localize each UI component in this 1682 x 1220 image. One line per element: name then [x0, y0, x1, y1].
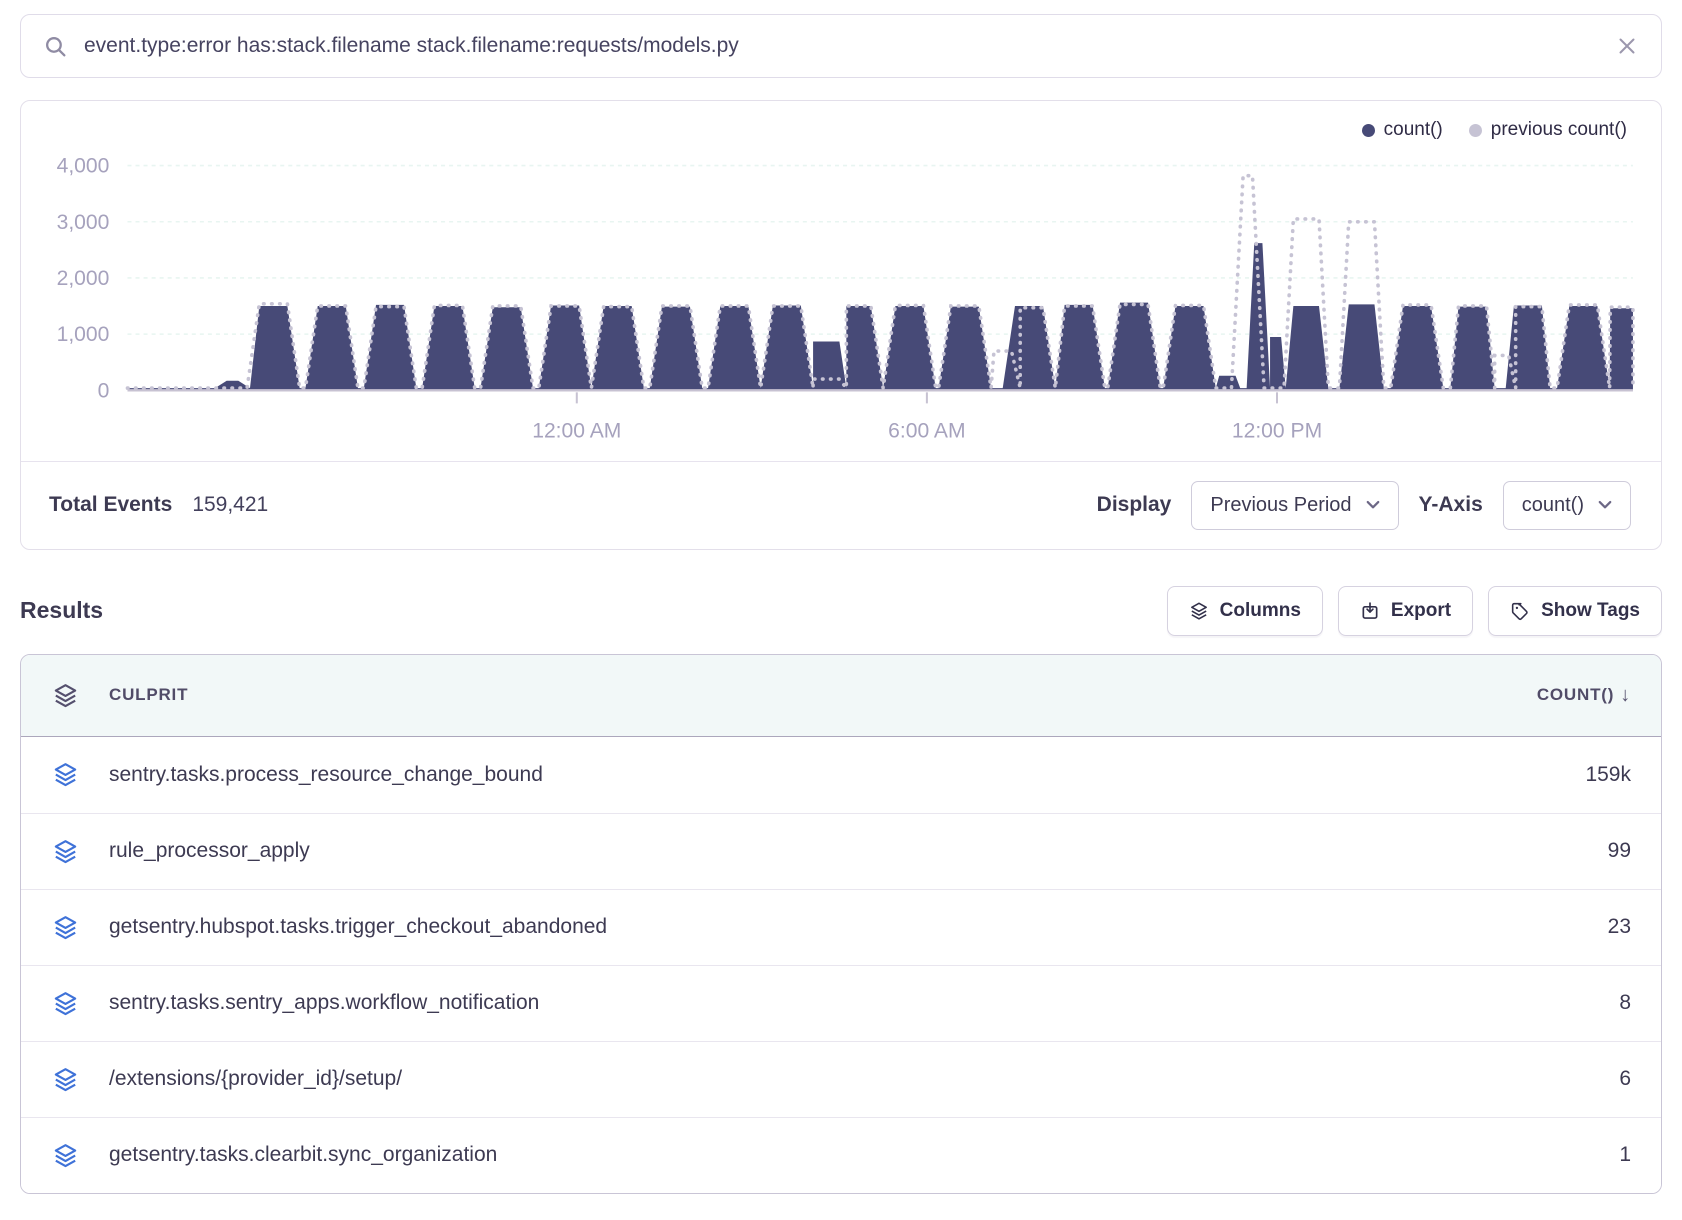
- columns-stack-icon: [1189, 601, 1209, 621]
- tag-icon: [1510, 601, 1530, 621]
- y-axis-label: 0: [98, 379, 110, 402]
- search-bar: [20, 14, 1662, 78]
- display-label: Display: [1097, 493, 1172, 517]
- count-column-header[interactable]: COUNT() ↓: [1537, 684, 1661, 707]
- results-header: Results Columns Export Show Tags: [20, 586, 1662, 636]
- display-period-value: Previous Period: [1210, 494, 1351, 517]
- total-events-label: Total Events: [49, 493, 172, 517]
- chevron-down-icon: [1598, 500, 1612, 510]
- stack-icon[interactable]: [52, 761, 79, 788]
- table-row[interactable]: /extensions/{provider_id}/setup/ 6: [21, 1041, 1661, 1117]
- y-axis-label: 2,000: [57, 267, 110, 290]
- count-cell: 99: [1608, 839, 1661, 863]
- culprit-cell[interactable]: /extensions/{provider_id}/setup/: [109, 1067, 1401, 1091]
- export-download-icon: [1360, 601, 1380, 621]
- chart-area: count() previous count() 0 1,000 2,000 3,00…: [21, 101, 1661, 461]
- culprit-cell[interactable]: getsentry.hubspot.tasks.trigger_checkout…: [109, 915, 1401, 939]
- results-table-body: sentry.tasks.process_resource_change_bou…: [21, 737, 1661, 1193]
- table-row[interactable]: rule_processor_apply 99: [21, 813, 1661, 889]
- table-row[interactable]: getsentry.tasks.clearbit.sync_organizati…: [21, 1117, 1661, 1193]
- count-cell: 6: [1619, 1067, 1661, 1091]
- results-table: CULPRIT COUNT() ↓ sentry.tasks.process_r…: [20, 654, 1662, 1194]
- export-button-label: Export: [1391, 600, 1451, 622]
- events-chart: 0 1,000 2,000 3,000 4,000 12:00 AM 6:00 AM 12:0…: [33, 127, 1641, 461]
- display-period-dropdown[interactable]: Previous Period: [1191, 481, 1398, 530]
- culprit-cell[interactable]: rule_processor_apply: [109, 839, 1401, 863]
- x-axis-label: 12:00 PM: [1232, 420, 1322, 443]
- culprit-cell[interactable]: sentry.tasks.process_resource_change_bou…: [109, 763, 1401, 787]
- columns-button-label: Columns: [1220, 600, 1301, 622]
- stack-icon[interactable]: [52, 682, 79, 709]
- yaxis-label: Y-Axis: [1419, 493, 1483, 517]
- sort-descending-icon: ↓: [1620, 684, 1631, 707]
- count-series-dot: [1362, 124, 1375, 137]
- count-series-area: [127, 243, 1632, 390]
- yaxis-dropdown[interactable]: count(): [1503, 481, 1631, 530]
- legend-item-previous-count[interactable]: previous count(): [1469, 119, 1627, 141]
- table-row[interactable]: getsentry.hubspot.tasks.trigger_checkout…: [21, 889, 1661, 965]
- yaxis-value: count(): [1522, 494, 1584, 517]
- discover-page: count() previous count() 0 1,000 2,000 3,00…: [0, 0, 1682, 1208]
- x-axis-label: 12:00 AM: [532, 420, 621, 443]
- stack-icon[interactable]: [52, 838, 79, 865]
- show-tags-button-label: Show Tags: [1541, 600, 1640, 622]
- count-cell: 8: [1619, 991, 1661, 1015]
- chevron-down-icon: [1366, 500, 1380, 510]
- stack-icon[interactable]: [52, 914, 79, 941]
- stack-icon[interactable]: [52, 1142, 79, 1169]
- legend-label-previous-count: previous count(): [1491, 119, 1627, 141]
- culprit-cell[interactable]: sentry.tasks.sentry_apps.workflow_notifi…: [109, 991, 1401, 1015]
- table-row[interactable]: sentry.tasks.process_resource_change_bou…: [21, 737, 1661, 813]
- search-icon: [43, 34, 68, 59]
- count-cell: 1: [1619, 1143, 1661, 1167]
- show-tags-button[interactable]: Show Tags: [1488, 586, 1662, 636]
- search-input[interactable]: [84, 34, 1599, 58]
- count-cell: 23: [1608, 915, 1661, 939]
- y-axis-label: 3,000: [57, 211, 110, 234]
- culprit-cell[interactable]: getsentry.tasks.clearbit.sync_organizati…: [109, 1143, 1401, 1167]
- columns-button[interactable]: Columns: [1167, 586, 1323, 636]
- total-events-value: 159,421: [192, 493, 268, 517]
- events-chart-panel: count() previous count() 0 1,000 2,000 3,00…: [20, 100, 1662, 550]
- previous-count-series-dot: [1469, 124, 1482, 137]
- stack-icon[interactable]: [52, 990, 79, 1017]
- chart-footer: Total Events 159,421 Display Previous Pe…: [21, 461, 1661, 549]
- y-axis-label: 4,000: [57, 155, 110, 178]
- legend-label-count: count(): [1384, 119, 1443, 141]
- y-axis-label: 1,000: [57, 323, 110, 346]
- export-button[interactable]: Export: [1338, 586, 1473, 636]
- x-axis-label: 6:00 AM: [888, 420, 965, 443]
- culprit-column-header[interactable]: CULPRIT: [109, 685, 1401, 705]
- results-table-header: CULPRIT COUNT() ↓: [21, 655, 1661, 737]
- count-header-label: COUNT(): [1537, 685, 1614, 705]
- table-row[interactable]: sentry.tasks.sentry_apps.workflow_notifi…: [21, 965, 1661, 1041]
- count-cell: 159k: [1585, 763, 1661, 787]
- clear-search-icon[interactable]: [1615, 34, 1639, 58]
- legend-item-count[interactable]: count(): [1362, 119, 1443, 141]
- stack-icon[interactable]: [52, 1066, 79, 1093]
- results-title: Results: [20, 597, 103, 624]
- results-toolbar: Columns Export Show Tags: [1167, 586, 1662, 636]
